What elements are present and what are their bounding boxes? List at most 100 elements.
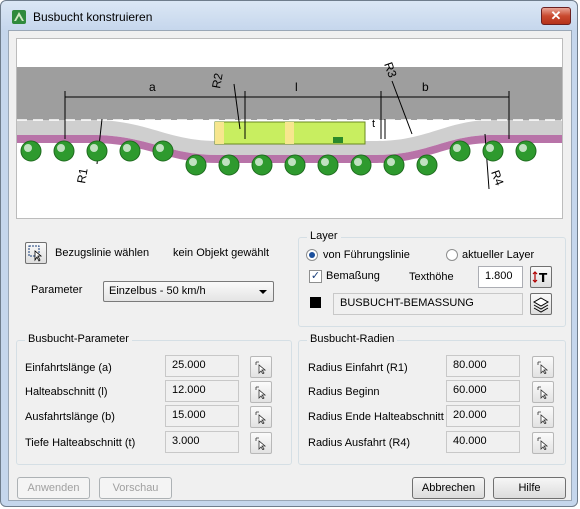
- tree-highlight: [57, 144, 65, 152]
- bus-marker: [333, 137, 343, 143]
- parameter-label: Parameter: [31, 284, 83, 296]
- dim-label-b: b: [422, 80, 429, 94]
- dialog-window: Busbucht konstruieren ✕ a l b t R1 R2 R3…: [0, 0, 578, 507]
- stop-section-label: Halteabschnitt (l): [25, 386, 108, 398]
- radius-label-r4: R4: [488, 168, 507, 188]
- close-button[interactable]: ✕: [541, 7, 571, 25]
- dim-label-t: t: [372, 118, 375, 130]
- bay-params-title: Busbucht-Parameter: [25, 333, 132, 345]
- tree-icon: [86, 140, 108, 162]
- exit-length-pick-button[interactable]: [250, 406, 272, 428]
- radio-current-layer-label[interactable]: aktueller Layer: [462, 249, 534, 261]
- tree-icon: [20, 140, 42, 162]
- tree-highlight: [453, 144, 461, 152]
- tree-highlight: [420, 158, 428, 166]
- tree-icon: [185, 154, 207, 176]
- stop-section-input[interactable]: 12.000: [165, 380, 239, 402]
- tree-highlight: [288, 158, 296, 166]
- tree-icon: [350, 154, 372, 176]
- select-reference-icon: [28, 245, 43, 262]
- stop-depth-input[interactable]: 3.000: [165, 431, 239, 453]
- tree-highlight: [189, 158, 197, 166]
- stop-depth-pick-button[interactable]: [250, 432, 272, 454]
- tree-icon: [119, 140, 141, 162]
- exit-length-input[interactable]: 15.000: [165, 405, 239, 427]
- text-height-input[interactable]: 1.800: [478, 266, 523, 288]
- radius-entry-input[interactable]: 80.000: [446, 355, 520, 377]
- pick-cursor-icon: [255, 386, 267, 399]
- radio-guide-line-label[interactable]: von Führungslinie: [323, 249, 410, 261]
- tree-highlight: [123, 144, 131, 152]
- tree-highlight: [321, 158, 329, 166]
- stop-depth-label: Tiefe Halteabschnitt (t): [25, 437, 136, 449]
- reference-status: kein Objekt gewählt: [173, 247, 269, 259]
- pick-cursor-icon: [255, 411, 267, 424]
- tree-highlight: [354, 158, 362, 166]
- layers-icon: [532, 297, 550, 313]
- text-height-button[interactable]: T: [530, 266, 552, 288]
- radius-exit-input[interactable]: 40.000: [446, 431, 520, 453]
- radius-exit-pick-button[interactable]: [532, 432, 554, 454]
- parameter-select-value: Einzelbus - 50 km/h: [109, 285, 206, 297]
- text-height-label: Texthöhe: [409, 271, 454, 283]
- radii-title: Busbucht-Radien: [307, 333, 398, 345]
- help-button[interactable]: Hilfe: [493, 477, 566, 499]
- pick-cursor-icon: [255, 361, 267, 374]
- tree-icon: [449, 140, 471, 162]
- dimension-checkbox[interactable]: ✓: [309, 270, 322, 283]
- pick-cursor-icon: [537, 437, 549, 450]
- radius-exit-label: Radius Ausfahrt (R4): [308, 437, 411, 449]
- exit-length-label: Ausfahrtslänge (b): [25, 411, 115, 423]
- title-bar[interactable]: Busbucht konstruieren ✕: [1, 1, 577, 31]
- entry-length-input[interactable]: 25.000: [165, 355, 239, 377]
- radius-start-label: Radius Beginn: [308, 386, 380, 398]
- radius-start-input[interactable]: 60.000: [446, 380, 520, 402]
- radio-guide-line[interactable]: [306, 249, 318, 261]
- tree-icon: [152, 140, 174, 162]
- radius-stop-end-input[interactable]: 20.000: [446, 405, 520, 427]
- app-icon: [12, 10, 26, 24]
- tree-highlight: [24, 144, 32, 152]
- tree-highlight: [156, 144, 164, 152]
- chevron-down-icon: [259, 290, 267, 294]
- tree-icon: [53, 140, 75, 162]
- tree-highlight: [486, 144, 494, 152]
- tree-icon: [251, 154, 273, 176]
- entry-length-pick-button[interactable]: [250, 356, 272, 378]
- layer-select-button[interactable]: [530, 293, 552, 315]
- text-size-icon: T: [532, 271, 548, 285]
- layer-color-swatch[interactable]: [310, 297, 321, 308]
- tree-highlight: [222, 158, 230, 166]
- radio-current-layer[interactable]: [446, 249, 458, 261]
- tree-icon: [383, 154, 405, 176]
- tree-icon: [482, 140, 504, 162]
- stop-section-pick-button[interactable]: [250, 381, 272, 403]
- road-surface: [17, 67, 562, 120]
- radius-start-pick-button[interactable]: [532, 381, 554, 403]
- apply-button[interactable]: Anwenden: [17, 477, 90, 499]
- window-title: Busbucht konstruieren: [33, 10, 153, 24]
- bus-door-rear: [285, 122, 294, 144]
- radius-stop-end-pick-button[interactable]: [532, 406, 554, 428]
- layer-name-field: BUSBUCHT-BEMASSUNG: [333, 293, 523, 315]
- bus-door-front: [215, 122, 224, 144]
- tree-highlight: [90, 144, 98, 152]
- cancel-button[interactable]: Abbrechen: [412, 477, 485, 499]
- tree-icon: [218, 154, 240, 176]
- dim-label-a: a: [149, 80, 156, 94]
- select-reference-button[interactable]: [25, 242, 47, 264]
- tree-highlight: [387, 158, 395, 166]
- layer-group-title: Layer: [307, 230, 341, 242]
- preview-button[interactable]: Vorschau: [99, 477, 172, 499]
- parameter-select[interactable]: Einzelbus - 50 km/h: [103, 281, 274, 302]
- tree-icon: [515, 140, 537, 162]
- radius-label-r1: R1: [74, 167, 91, 185]
- dimension-label: Bemaßung: [326, 270, 380, 282]
- dim-label-l: l: [295, 80, 298, 94]
- tree-icon: [317, 154, 339, 176]
- radius-stop-end-label: Radius Ende Halteabschnitt: [308, 411, 444, 423]
- radius-label-r2: R2: [209, 72, 226, 90]
- radius-entry-label: Radius Einfahrt (R1): [308, 362, 408, 374]
- pick-cursor-icon: [537, 411, 549, 424]
- radius-entry-pick-button[interactable]: [532, 356, 554, 378]
